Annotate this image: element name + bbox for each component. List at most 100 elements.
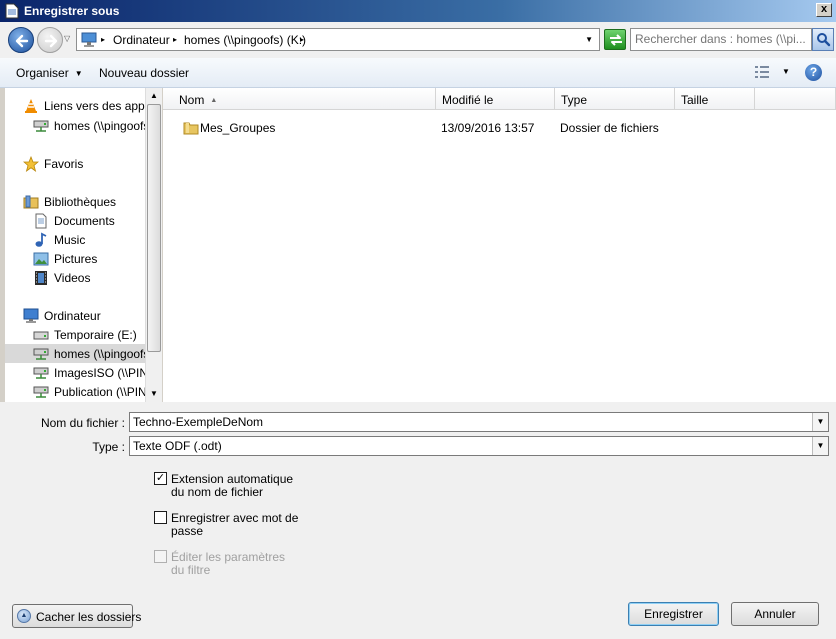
help-icon[interactable]: ? bbox=[805, 64, 822, 81]
search-button[interactable] bbox=[812, 28, 834, 51]
password-checkbox[interactable] bbox=[154, 511, 167, 524]
column-header-filler bbox=[755, 88, 836, 110]
refresh-button[interactable] bbox=[604, 29, 626, 50]
nav-item-label: ImagesISO (\\PING bbox=[54, 366, 158, 380]
file-name: Mes_Groupes bbox=[200, 121, 276, 135]
folder-icon bbox=[183, 122, 199, 135]
column-header-label: Nom bbox=[179, 93, 205, 107]
save-button[interactable]: Enregistrer bbox=[628, 602, 719, 626]
column-header-size[interactable]: Taille bbox=[675, 88, 755, 110]
nav-item-libraries[interactable]: Bibliothèques bbox=[5, 192, 145, 211]
filename-value: Techno-ExempleDeNom bbox=[133, 415, 264, 429]
nav-item-label: Ordinateur bbox=[44, 309, 101, 323]
vlc-icon bbox=[25, 99, 37, 113]
scroll-down-icon[interactable]: ▼ bbox=[146, 386, 162, 402]
network-drive-icon bbox=[33, 367, 49, 379]
nav-item-app-links[interactable]: Liens vers des applica bbox=[5, 96, 162, 115]
column-header-name[interactable]: Nom ▲ bbox=[163, 88, 436, 110]
file-type: Dossier de fichiers bbox=[560, 121, 659, 135]
pictures-icon bbox=[33, 252, 49, 266]
auto-extension-checkbox[interactable]: ✓ bbox=[154, 472, 167, 485]
crumb-separator-icon[interactable]: ▸ bbox=[300, 35, 304, 44]
column-header-type[interactable]: Type bbox=[555, 88, 675, 110]
nav-scrollbar[interactable]: ▲ ▼ bbox=[145, 88, 162, 402]
nav-item-label: Videos bbox=[54, 271, 91, 285]
document-app-icon bbox=[5, 3, 19, 19]
cancel-button[interactable]: Annuler bbox=[731, 602, 819, 626]
chevron-down-icon[interactable]: ▼ bbox=[812, 413, 828, 431]
filename-field[interactable]: Techno-ExempleDeNom ▼ bbox=[129, 412, 829, 432]
scroll-up-icon[interactable]: ▲ bbox=[146, 88, 162, 104]
password-label: Enregistrer avec mot de passe bbox=[171, 511, 299, 538]
organize-menu[interactable]: Organiser ▼ bbox=[16, 66, 83, 80]
nav-item-pictures[interactable]: Pictures bbox=[5, 249, 145, 268]
nav-item-publication[interactable]: Publication (\\PING bbox=[5, 382, 156, 401]
address-bar[interactable]: ▸ Ordinateur ▸ homes (\\pingoofs) (K:) ▸… bbox=[76, 28, 600, 51]
chevron-down-icon[interactable]: ▼ bbox=[812, 437, 828, 455]
address-row: ▽ ▸ Ordinateur ▸ homes (\\pingoofs) (K:)… bbox=[0, 22, 836, 58]
document-icon bbox=[35, 213, 47, 229]
navigation-pane: Liens vers des applica homes (\\pingoofs… bbox=[5, 88, 162, 402]
history-dropdown-icon[interactable]: ▽ bbox=[64, 34, 74, 44]
nav-item-label: Publication (\\PING bbox=[54, 385, 157, 399]
nav-item-favorites[interactable]: Favoris bbox=[5, 154, 145, 173]
nav-item-temp-drive[interactable]: Temporaire (E:) bbox=[5, 325, 145, 344]
nav-item-homes[interactable]: homes (\\pingoofs) bbox=[5, 344, 153, 363]
address-dropdown-icon[interactable]: ▼ bbox=[585, 35, 593, 44]
breadcrumb-homes[interactable]: homes (\\pingoofs) (K:) bbox=[184, 33, 306, 47]
type-value: Texte ODF (.odt) bbox=[133, 439, 222, 453]
chevron-up-icon: ▲ bbox=[17, 609, 31, 623]
forward-button[interactable] bbox=[37, 27, 63, 53]
nav-item-label: Pictures bbox=[54, 252, 98, 266]
music-icon bbox=[35, 232, 47, 247]
breadcrumb-computer[interactable]: Ordinateur bbox=[113, 33, 170, 47]
nav-item-computer[interactable]: Ordinateur bbox=[5, 306, 145, 325]
nav-item-label: homes (\\pingoofs) bbox=[54, 119, 154, 133]
views-icon[interactable] bbox=[754, 65, 770, 79]
nav-item-music[interactable]: Music bbox=[5, 230, 145, 249]
views-dropdown-icon[interactable]: ▼ bbox=[782, 67, 790, 76]
close-button[interactable]: x bbox=[816, 3, 832, 17]
scroll-thumb[interactable] bbox=[147, 104, 161, 352]
refresh-icon bbox=[610, 34, 622, 46]
type-label: Type : bbox=[92, 440, 125, 454]
type-select[interactable]: Texte ODF (.odt) ▼ bbox=[129, 436, 829, 456]
nav-item-label: Bibliothèques bbox=[44, 195, 117, 209]
auto-extension-label: Extension automatique du nom de fichier bbox=[171, 472, 294, 499]
nav-item-videos[interactable]: Videos bbox=[5, 268, 145, 287]
nav-item-label: Documents bbox=[54, 214, 115, 228]
nav-item-imagesiso[interactable]: ImagesISO (\\PING bbox=[5, 363, 157, 382]
crumb-separator-icon[interactable]: ▸ bbox=[101, 35, 105, 44]
filter-settings-checkbox bbox=[154, 550, 167, 563]
back-button[interactable] bbox=[8, 27, 34, 53]
table-row[interactable]: Mes_Groupes 13/09/2016 13:57 Dossier de … bbox=[163, 118, 836, 138]
nav-item-documents[interactable]: Documents bbox=[5, 211, 145, 230]
command-bar: Organiser ▼ Nouveau dossier ▼ ? bbox=[0, 58, 836, 88]
video-icon bbox=[35, 271, 47, 285]
column-header-modified[interactable]: Modifié le bbox=[436, 88, 555, 110]
sort-ascending-icon: ▲ bbox=[210, 97, 218, 104]
crumb-separator-icon[interactable]: ▸ bbox=[173, 35, 177, 44]
arrow-right-icon bbox=[44, 34, 58, 48]
computer-icon bbox=[23, 308, 39, 323]
nav-item-homes-link[interactable]: homes (\\pingoofs) bbox=[5, 116, 153, 135]
chevron-down-icon: ▼ bbox=[74, 69, 83, 78]
star-icon bbox=[23, 156, 39, 172]
search-input[interactable] bbox=[635, 32, 807, 46]
network-drive-icon bbox=[33, 386, 49, 398]
search-icon bbox=[817, 33, 831, 47]
network-drive-icon bbox=[33, 120, 49, 132]
filename-label: Nom du fichier : bbox=[40, 416, 125, 430]
file-modified: 13/09/2016 13:57 bbox=[441, 121, 535, 135]
hide-folders-button[interactable]: ▲ Cacher les dossiers bbox=[12, 604, 141, 628]
search-box[interactable] bbox=[630, 28, 812, 51]
filter-settings-label: Éditer les paramètres du filtre bbox=[171, 550, 286, 577]
hide-folders-label: Cacher les dossiers bbox=[36, 610, 142, 624]
nav-item-label: Temporaire (E:) bbox=[54, 328, 137, 342]
arrow-left-icon bbox=[15, 34, 29, 48]
network-drive-icon bbox=[33, 348, 49, 360]
organize-label: Organiser bbox=[16, 66, 69, 80]
new-folder-button[interactable]: Nouveau dossier bbox=[99, 66, 189, 80]
computer-icon bbox=[81, 32, 97, 47]
libraries-icon bbox=[23, 195, 39, 209]
